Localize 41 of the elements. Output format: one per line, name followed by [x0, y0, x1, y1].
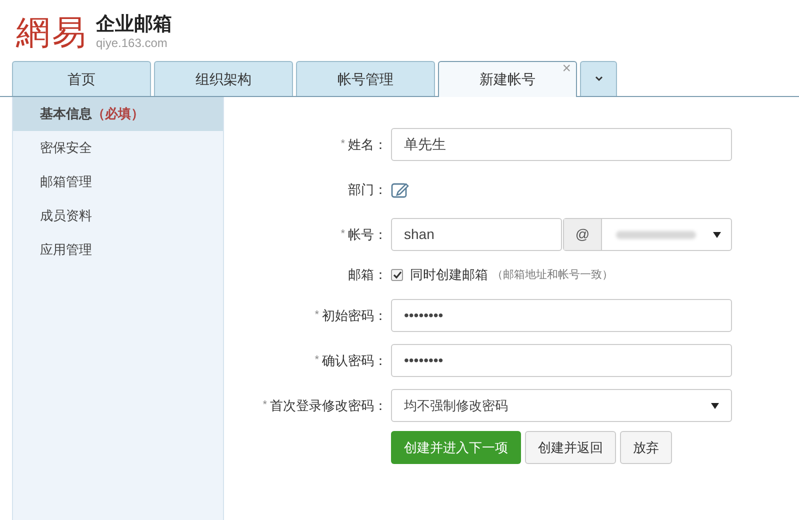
tab[interactable]: 新建帐号 ×	[438, 61, 577, 97]
input-field[interactable]: ••••••••	[391, 299, 732, 332]
sidebar-item[interactable]: 应用管理	[13, 233, 223, 267]
dropdown-arrow-icon	[713, 232, 721, 238]
field-label: 初始密码：	[322, 306, 387, 325]
input-field[interactable]: shan	[391, 218, 562, 251]
at-sign: @	[564, 219, 602, 250]
field-label: 确认密码：	[322, 352, 387, 370]
checkbox[interactable]	[391, 269, 403, 281]
password-policy-select[interactable]: 均不强制修改密码	[391, 389, 732, 422]
field-label: 首次登录修改密码：	[270, 396, 387, 415]
field-label: 姓名：	[348, 136, 387, 154]
checkbox-label: 同时创建邮箱	[410, 266, 488, 284]
chevron-down-icon	[594, 76, 604, 82]
tab[interactable]: 首页	[12, 61, 151, 96]
product-title: 企业邮箱	[96, 14, 172, 36]
field-label: 帐号：	[348, 226, 387, 244]
domain-select[interactable]: @	[563, 218, 732, 251]
edit-icon[interactable]	[391, 180, 411, 198]
required-mark: *	[340, 137, 345, 152]
dropdown-arrow-icon	[711, 402, 719, 408]
input-field[interactable]: ••••••••	[391, 344, 732, 377]
required-mark: *	[340, 227, 345, 242]
input-field[interactable]: 单先生	[391, 128, 732, 161]
tab[interactable]: 帐号管理	[296, 61, 435, 96]
form-button[interactable]: 创建并进入下一项	[391, 431, 521, 464]
field-label: 邮箱：	[348, 266, 387, 284]
sidebar-item[interactable]: 成员资料	[13, 199, 223, 233]
hint-text: （邮箱地址和帐号一致）	[492, 268, 613, 283]
required-mark: *	[314, 353, 319, 368]
tab[interactable]: 组织架构	[154, 61, 293, 96]
domain-text: qiye.163.com	[96, 36, 168, 50]
field-label: 部门：	[348, 180, 387, 199]
form-button[interactable]: 放弃	[620, 431, 672, 464]
required-mark: *	[262, 398, 267, 414]
required-mark: *	[314, 308, 319, 324]
sidebar-item[interactable]: 基本信息（必填）	[13, 97, 223, 131]
sidebar-item[interactable]: 邮箱管理	[13, 165, 223, 199]
form-button[interactable]: 创建并返回	[525, 431, 616, 464]
sidebar-item[interactable]: 密保安全	[13, 131, 223, 165]
logo-mark: 網易	[16, 14, 88, 52]
